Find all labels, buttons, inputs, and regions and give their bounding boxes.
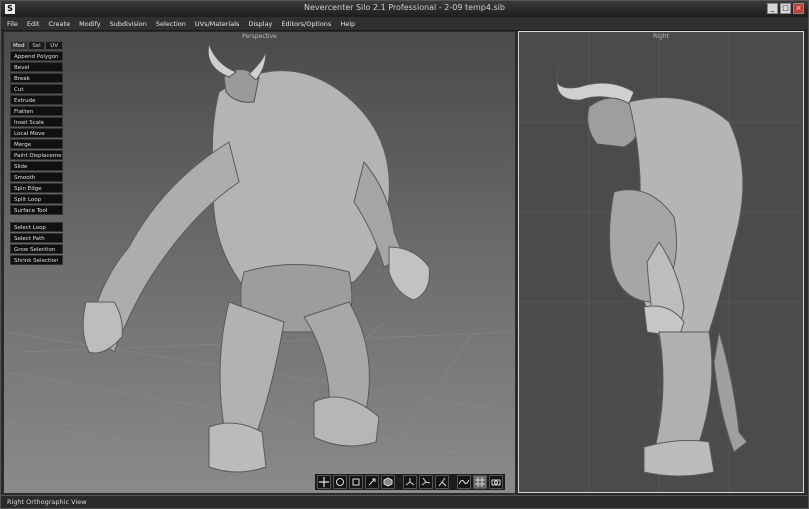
menu-modify[interactable]: Modify <box>79 20 101 28</box>
camera-icon[interactable] <box>489 475 503 489</box>
axis-screen-icon[interactable] <box>435 475 449 489</box>
select-path-button[interactable]: Select Path <box>10 233 63 243</box>
flatten-button[interactable]: Flatten <box>10 106 63 116</box>
merge-button[interactable]: Merge <box>10 139 63 149</box>
menu-display[interactable]: Display <box>248 20 272 28</box>
perspective-scene <box>4 42 515 493</box>
grow-selection-button[interactable]: Grow Selection <box>10 244 63 254</box>
maximize-button[interactable]: □ <box>780 3 791 14</box>
grid-icon[interactable] <box>473 475 487 489</box>
creature-side-model[interactable] <box>556 66 748 477</box>
cube-icon[interactable] <box>381 475 395 489</box>
local-move-button[interactable]: Local Move <box>10 128 63 138</box>
menu-selection[interactable]: Selection <box>156 20 186 28</box>
toolbar-separator <box>397 475 401 489</box>
menu-subdivision[interactable]: Subdivision <box>110 20 147 28</box>
shrink-selection-button[interactable]: Shrink Selection <box>10 255 63 265</box>
title-bar[interactable]: S Nevercenter Silo 2.1 Professional - 2-… <box>1 1 808 17</box>
append-polygon-button[interactable]: Append Polygon <box>10 51 63 61</box>
tool-panel: Mod Sel UV Append Polygon Bevel Break Cu… <box>10 41 64 266</box>
bottom-toolbar <box>315 474 505 490</box>
perspective-viewport[interactable]: Perspective <box>4 32 515 493</box>
tab-sel[interactable]: Sel <box>27 41 46 50</box>
paint-displacement-button[interactable]: Paint Displacement <box>10 150 63 160</box>
rotate-tool-icon[interactable] <box>333 475 347 489</box>
curve-icon[interactable] <box>457 475 471 489</box>
inset-scale-button[interactable]: Inset Scale <box>10 117 63 127</box>
break-button[interactable]: Break <box>10 73 63 83</box>
menu-edit[interactable]: Edit <box>27 20 40 28</box>
tool-tabs: Mod Sel UV <box>10 41 64 50</box>
axis-local-icon[interactable] <box>419 475 433 489</box>
menu-bar: File Edit Create Modify Subdivision Sele… <box>1 17 808 31</box>
scale-tool-icon[interactable] <box>349 475 363 489</box>
creature-model[interactable] <box>82 42 430 473</box>
close-button[interactable]: × <box>793 3 804 14</box>
status-bar: Right Orthographic View <box>1 495 808 508</box>
surface-tool-button[interactable]: Surface Tool <box>10 205 63 215</box>
menu-file[interactable]: File <box>7 20 18 28</box>
right-scene <box>519 32 803 492</box>
menu-create[interactable]: Create <box>48 20 70 28</box>
select-loop-button[interactable]: Select Loop <box>10 222 63 232</box>
menu-uvs-materials[interactable]: UVs/Materials <box>195 20 240 28</box>
toolbar-separator <box>451 475 455 489</box>
right-viewport[interactable]: Right <box>518 31 804 493</box>
window-controls: _ □ × <box>767 3 804 14</box>
smooth-button[interactable]: Smooth <box>10 172 63 182</box>
bevel-button[interactable]: Bevel <box>10 62 63 72</box>
slide-button[interactable]: Slide <box>10 161 63 171</box>
spin-edge-button[interactable]: Spin Edge <box>10 183 63 193</box>
status-text: Right Orthographic View <box>7 498 87 506</box>
window-title: Nevercenter Silo 2.1 Professional - 2-09… <box>304 3 505 12</box>
universal-tool-icon[interactable] <box>365 475 379 489</box>
tab-mod[interactable]: Mod <box>10 41 28 50</box>
menu-editors-options[interactable]: Editors/Options <box>281 20 331 28</box>
cut-button[interactable]: Cut <box>10 84 63 94</box>
app-window: S Nevercenter Silo 2.1 Professional - 2-… <box>0 0 809 509</box>
axis-world-icon[interactable] <box>403 475 417 489</box>
minimize-button[interactable]: _ <box>767 3 778 14</box>
menu-help[interactable]: Help <box>340 20 355 28</box>
extrude-button[interactable]: Extrude <box>10 95 63 105</box>
move-tool-icon[interactable] <box>317 475 331 489</box>
tab-uv[interactable]: UV <box>45 41 64 50</box>
split-loop-button[interactable]: Split Loop <box>10 194 63 204</box>
